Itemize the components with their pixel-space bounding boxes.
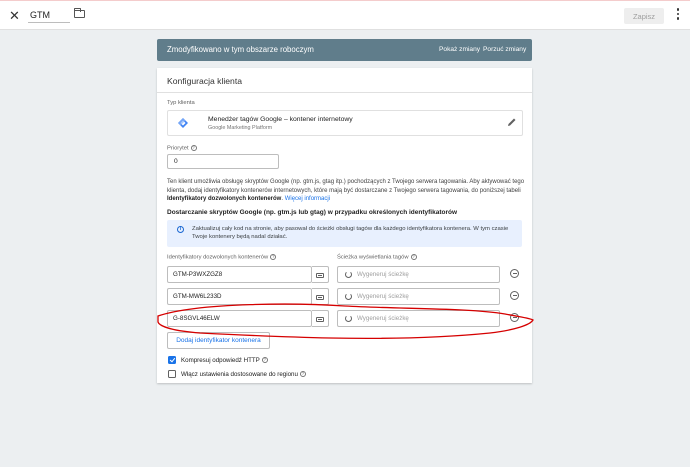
help-icon[interactable]: ? [270,254,277,260]
container-id-input[interactable]: GTM-MW6L233D [167,288,312,305]
section-title: Dostarczanie skryptów Google (np. gtm.js… [167,209,458,216]
generate-path-placeholder: Wygeneruj ścieżkę [357,293,409,300]
description-text: Ten klient umożliwia obsługę skryptów Go… [167,179,525,194]
workspace-modified-banner: Zmodyfikowano w tym obszarze roboczym Po… [157,39,532,61]
tag-path-label: Ścieżka wyświetlania tagów? [337,254,417,261]
compress-label: Kompresuj odpowiedź HTTP? [181,357,268,364]
tag-path-input[interactable]: Wygeneruj ścieżkę [337,266,500,283]
priority-label: Priorytet? [167,145,197,152]
copy-icon [316,273,324,278]
remove-row-icon[interactable] [510,313,519,322]
help-icon[interactable]: ? [410,254,417,260]
refresh-icon[interactable] [345,271,352,278]
close-icon[interactable]: ✕ [9,8,20,24]
copy-button[interactable] [312,266,329,283]
container-id-input[interactable]: G-8SGVL46ELW [167,310,312,327]
tag-path-label-text: Ścieżka wyświetlania tagów [337,254,409,261]
help-icon[interactable]: ? [261,357,268,364]
info-icon: i [177,226,184,233]
copy-icon [316,317,324,322]
copy-button[interactable] [312,288,329,305]
show-changes-link[interactable]: Pokaż zmiany [439,46,480,53]
info-text: Zaktualizuj cały kod na stronie, aby pas… [192,226,509,241]
compress-label-text: Kompresuj odpowiedź HTTP [181,357,260,364]
help-icon[interactable]: ? [190,145,197,151]
compress-checkbox[interactable] [168,356,176,364]
help-icon[interactable]: ? [299,371,306,378]
region-checkbox[interactable] [168,370,176,378]
banner-text: Zmodyfikowano w tym obszarze roboczym [167,45,314,54]
client-type-label: Typ klienta [167,100,195,106]
client-configuration-card: Konfiguracja klienta Typ klienta Menedże… [157,68,532,383]
region-label: Włącz ustawienia dostosowane do regionu? [181,371,306,378]
info-box: i Zaktualizuj cały kod na stronie, aby p… [167,220,522,247]
priority-label-text: Priorytet [167,145,189,152]
discard-changes-link[interactable]: Porzuć zmiany [483,46,526,53]
client-type-subtitle: Google Marketing Platform [208,125,273,131]
container-id-input[interactable]: GTM-P3WXZGZ8 [167,266,312,283]
description-bold: Identyfikatory dozwolonych kontenerów [167,196,282,203]
container-name-field[interactable]: GTM [28,7,70,23]
generate-path-placeholder: Wygeneruj ścieżkę [357,271,409,278]
more-options-icon[interactable] [676,8,680,22]
learn-more-link[interactable]: Więcej informacji [285,196,330,202]
allowed-ids-label: Identyfikatory dozwolonych kontenerów? [167,254,277,261]
remove-row-icon[interactable] [510,291,519,300]
client-type-name: Menedżer tagów Google – kontener interne… [208,116,353,123]
save-button[interactable]: Zapisz [624,8,664,24]
divider [157,92,532,93]
folder-icon[interactable] [73,8,85,18]
gtm-logo-icon [178,118,188,128]
top-bar: ✕ GTM Zapisz [0,0,690,30]
tag-path-input[interactable]: Wygeneruj ścieżkę [337,310,500,327]
refresh-icon[interactable] [345,293,352,300]
add-container-id-button[interactable]: Dodaj identyfikator kontenera [167,332,270,349]
priority-input[interactable]: 0 [167,154,279,169]
copy-button[interactable] [312,310,329,327]
copy-icon [316,295,324,300]
refresh-icon[interactable] [345,315,352,322]
allowed-ids-label-text: Identyfikatory dozwolonych kontenerów [167,254,269,261]
region-label-text: Włącz ustawienia dostosowane do regionu [181,371,298,378]
edit-pencil-icon[interactable] [506,116,518,128]
tag-path-input[interactable]: Wygeneruj ścieżkę [337,288,500,305]
card-title: Konfiguracja klienta [167,76,243,86]
client-type-box[interactable]: Menedżer tagów Google – kontener interne… [167,110,523,136]
client-description: Ten klient umożliwia obsługę skryptów Go… [167,178,525,204]
remove-row-icon[interactable] [510,269,519,278]
generate-path-placeholder: Wygeneruj ścieżkę [357,315,409,322]
